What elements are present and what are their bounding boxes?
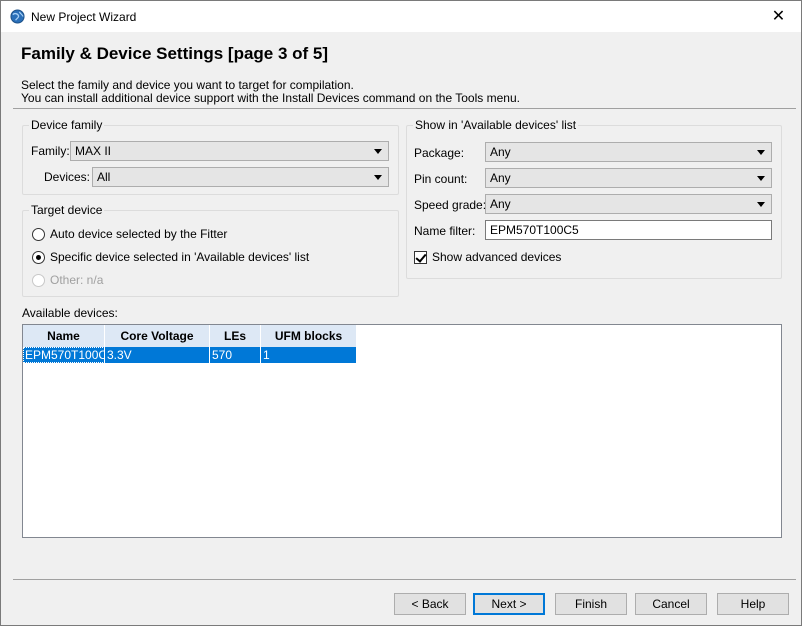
chevron-down-icon — [757, 176, 765, 181]
show-advanced-label: Show advanced devices — [432, 250, 562, 264]
title-bar: New Project Wizard ✕ — [1, 1, 801, 32]
radio-specific-device[interactable]: Specific device selected in 'Available d… — [32, 250, 309, 264]
page-header: Family & Device Settings [page 3 of 5] S… — [1, 32, 801, 112]
pin-count-combo-value: Any — [490, 171, 511, 185]
available-devices-label: Available devices: — [22, 306, 118, 320]
chevron-down-icon — [374, 175, 382, 180]
cancel-button[interactable]: Cancel — [635, 593, 707, 615]
radio-auto-device-label: Auto device selected by the Fitter — [50, 227, 228, 241]
chevron-down-icon — [757, 202, 765, 207]
table-row[interactable]: EPM570T100C5 3.3V 570 1 — [23, 347, 357, 363]
radio-auto-device[interactable]: Auto device selected by the Fitter — [32, 227, 227, 241]
table-header: Name Core Voltage LEs UFM blocks — [23, 325, 357, 347]
chevron-down-icon — [374, 149, 382, 154]
speed-grade-combo-value: Any — [490, 197, 511, 211]
family-combo[interactable]: MAX II — [70, 141, 389, 161]
name-filter-label: Name filter: — [414, 224, 476, 238]
column-header-core-voltage[interactable]: Core Voltage — [105, 325, 210, 347]
available-devices-table[interactable]: Name Core Voltage LEs UFM blocks EPM570T… — [22, 324, 782, 538]
devices-label: Devices: — [44, 170, 91, 184]
page-description-line1: Select the family and device you want to… — [21, 78, 354, 92]
radio-other-device: Other: n/a — [32, 273, 103, 287]
back-button[interactable]: < Back — [394, 593, 466, 615]
close-icon: ✕ — [771, 8, 786, 25]
speed-grade-label: Speed grade: — [414, 198, 487, 212]
family-label: Family: — [31, 144, 70, 158]
devices-combo[interactable]: All — [92, 167, 389, 187]
package-label: Package: — [414, 146, 465, 160]
package-combo-value: Any — [490, 145, 511, 159]
column-header-name[interactable]: Name — [23, 325, 105, 347]
column-header-les[interactable]: LEs — [210, 325, 261, 347]
pin-count-combo[interactable]: Any — [485, 168, 772, 188]
table-cell-core-voltage: 3.3V — [105, 347, 210, 363]
devices-combo-value: All — [97, 170, 111, 184]
radio-indicator — [32, 273, 45, 287]
name-filter-input[interactable] — [485, 220, 772, 240]
footer-divider — [13, 579, 796, 580]
page-title: Family & Device Settings [page 3 of 5] — [21, 44, 329, 63]
speed-grade-combo[interactable]: Any — [485, 194, 772, 214]
page-description-line2: You can install additional device suppor… — [21, 91, 520, 105]
table-cell-les: 570 — [210, 347, 261, 363]
column-header-ufm-blocks[interactable]: UFM blocks — [261, 325, 357, 347]
close-button[interactable]: ✕ — [756, 1, 801, 31]
new-project-wizard-window: New Project Wizard ✕ Family & Device Set… — [0, 0, 802, 626]
radio-specific-device-label: Specific device selected in 'Available d… — [50, 250, 310, 264]
radio-other-device-label: Other: n/a — [50, 273, 104, 287]
finish-button[interactable]: Finish — [555, 593, 627, 615]
app-globe-icon — [10, 9, 25, 24]
package-combo[interactable]: Any — [485, 142, 772, 162]
window-title: New Project Wizard — [31, 10, 137, 24]
radio-indicator-checked — [32, 250, 45, 264]
show-filters-legend: Show in 'Available devices' list — [413, 118, 579, 132]
family-combo-value: MAX II — [75, 144, 112, 158]
next-button[interactable]: Next > — [473, 593, 545, 615]
target-device-legend: Target device — [29, 203, 105, 217]
table-cell-ufm-blocks: 1 — [261, 347, 357, 363]
pin-count-label: Pin count: — [414, 172, 468, 186]
radio-indicator — [32, 227, 45, 241]
checkbox-indicator-checked — [414, 250, 427, 264]
table-cell-name: EPM570T100C5 — [23, 347, 105, 363]
help-button[interactable]: Help — [717, 593, 789, 615]
header-divider — [13, 108, 796, 109]
chevron-down-icon — [757, 150, 765, 155]
show-advanced-checkbox[interactable]: Show advanced devices — [414, 250, 561, 264]
device-family-legend: Device family — [29, 118, 105, 132]
